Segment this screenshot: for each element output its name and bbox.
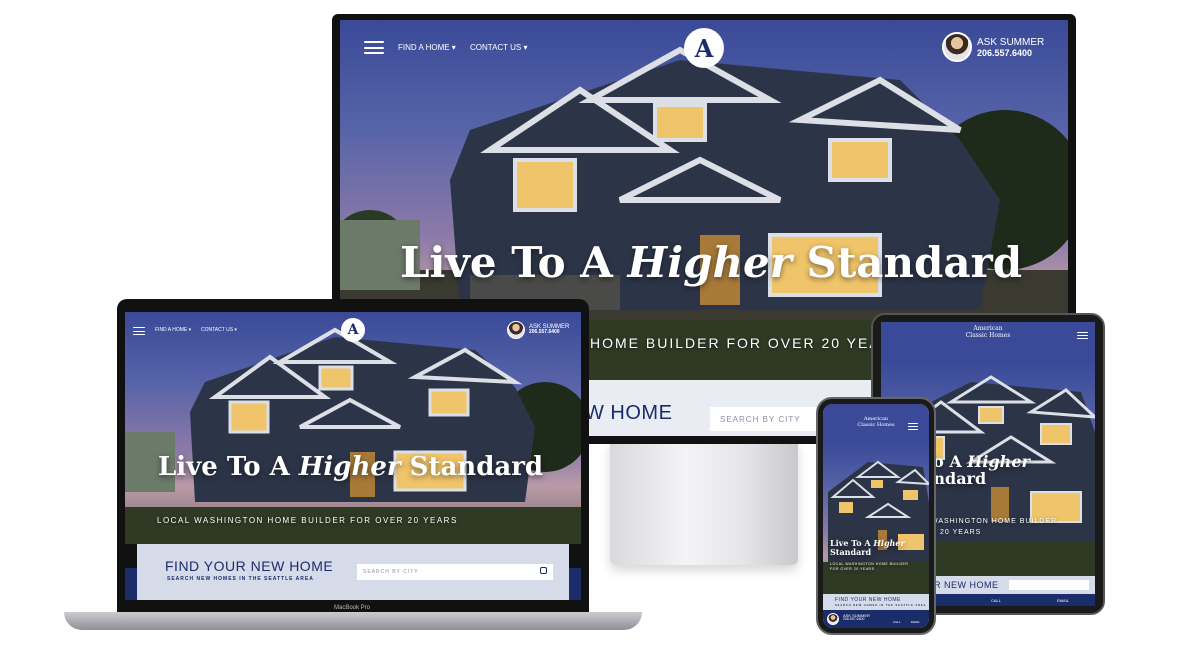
headline-part: Standard xyxy=(400,452,544,482)
email-button[interactable]: EMAIL xyxy=(1057,598,1069,603)
find-home-title: FIND YOUR NEW HOME xyxy=(165,558,334,574)
hero-headline: Live To A Higher Standard xyxy=(158,452,543,482)
brand-name-line: Classic Homes xyxy=(965,331,1011,339)
brand-logo[interactable]: A xyxy=(684,28,724,68)
tablet-contact-bar: CALL EMAIL xyxy=(921,594,1095,606)
find-home-subtitle: SEARCH NEW HOMES IN THE SEATTLE AREA xyxy=(835,604,927,607)
headline-emphasis: Higher xyxy=(298,452,401,482)
hero-tagline: LOCAL WASHINGTON HOME BUILDER FOR OVER 2… xyxy=(830,562,908,573)
laptop-base xyxy=(64,612,642,630)
nav-find-home[interactable]: FIND A HOME ▾ xyxy=(398,43,456,52)
search-placeholder: SEARCH BY CITY xyxy=(363,569,419,575)
tagline-line: FOR OVER 20 YEARS xyxy=(830,567,875,572)
hero-house-image xyxy=(125,312,581,544)
hero-headline: Live To A Higher Standard xyxy=(400,238,1022,287)
monitor-stand xyxy=(610,440,798,565)
menu-icon[interactable] xyxy=(1077,332,1088,339)
agent-avatar[interactable] xyxy=(507,321,525,339)
menu-icon[interactable] xyxy=(908,423,918,430)
headline-emphasis: Higher xyxy=(627,238,792,287)
blue-strip xyxy=(125,568,137,600)
headline-part: Standard xyxy=(791,238,1023,287)
agent-phone: 206.557.6400 xyxy=(977,47,1033,58)
find-home-title: FIND YOUR NEW HOME xyxy=(835,597,901,603)
nav-find-home[interactable]: FIND A HOME ▾ xyxy=(155,327,191,333)
brand-logo[interactable]: A xyxy=(341,318,365,342)
hero-tagline: LOCAL WASHINGTON HOME BUILDER FOR OVER 2… xyxy=(157,516,458,525)
find-home-title: UR NEW HOME xyxy=(927,580,999,590)
email-button[interactable]: EMAIL xyxy=(911,620,920,624)
headline-part: Live To A xyxy=(158,452,299,482)
devices-mockup: FIND A HOME ▾ CONTACT US ▾ A ASK SUMMER … xyxy=(0,0,1200,663)
phone-brand[interactable]: American Classic Homes xyxy=(856,416,896,428)
tagline-line: R 20 YEARS xyxy=(931,529,982,537)
laptop-screen: FIND A HOME ▾ CONTACT US ▾ A ASK SUMMER … xyxy=(125,312,581,600)
nav-contact-us[interactable]: CONTACT US ▾ xyxy=(470,43,528,52)
hero-headline: Live To A Higher Standard xyxy=(830,539,905,557)
brand-name-line: Classic Homes xyxy=(857,421,895,428)
laptop-label: MacBook Pro xyxy=(334,605,371,611)
agent-phone: 206.557.6400 xyxy=(529,329,560,336)
agent-avatar[interactable] xyxy=(942,32,972,62)
call-button[interactable]: CALL xyxy=(991,598,1001,603)
agent-contact[interactable]: ASK SUMMER 206.557.6400 xyxy=(977,37,1045,58)
menu-icon[interactable] xyxy=(133,327,145,335)
nav-contact-us[interactable]: CONTACT US ▾ xyxy=(201,327,237,333)
agent-phone: 206.557.6400 xyxy=(843,617,865,622)
headline-part: Standard xyxy=(830,546,872,557)
headline-emphasis: Higher xyxy=(873,538,905,548)
find-home-subtitle: SEARCH NEW HOMES IN THE SEATTLE AREA xyxy=(167,576,314,582)
phone-screen: American Classic Homes Live To A Higher S… xyxy=(823,404,929,628)
agent-avatar[interactable] xyxy=(827,613,839,625)
phone-contact-bar: ASK SUMMER 206.557.6400 CALL EMAIL xyxy=(823,610,929,628)
agent-contact[interactable]: ASK SUMMER 206.557.6400 xyxy=(843,613,870,622)
blue-strip xyxy=(569,568,581,600)
agent-contact[interactable]: ASK SUMMER 206.557.6400 xyxy=(529,324,569,336)
menu-icon[interactable] xyxy=(364,41,384,54)
tagline-line: WASHINGTON HOME BUILDER xyxy=(931,518,1058,525)
hero-tagline: WASHINGTON HOME BUILDER R 20 YEARS xyxy=(931,516,1057,538)
hero-tagline: HOME BUILDER FOR OVER 20 YEA xyxy=(590,335,881,351)
tablet-brand[interactable]: American Classic Homes xyxy=(963,325,1013,339)
headline-part: Live To A xyxy=(400,238,628,287)
find-home-title: W HOME xyxy=(585,402,673,424)
hero-headline: To A Higher andard xyxy=(923,453,1030,488)
agent-ask-label: ASK SUMMER xyxy=(977,37,1045,48)
call-button[interactable]: CALL xyxy=(893,620,901,624)
search-icon[interactable] xyxy=(540,567,547,574)
city-search-input[interactable] xyxy=(1009,580,1089,590)
city-search-input[interactable]: SEARCH BY CITY xyxy=(357,564,553,580)
